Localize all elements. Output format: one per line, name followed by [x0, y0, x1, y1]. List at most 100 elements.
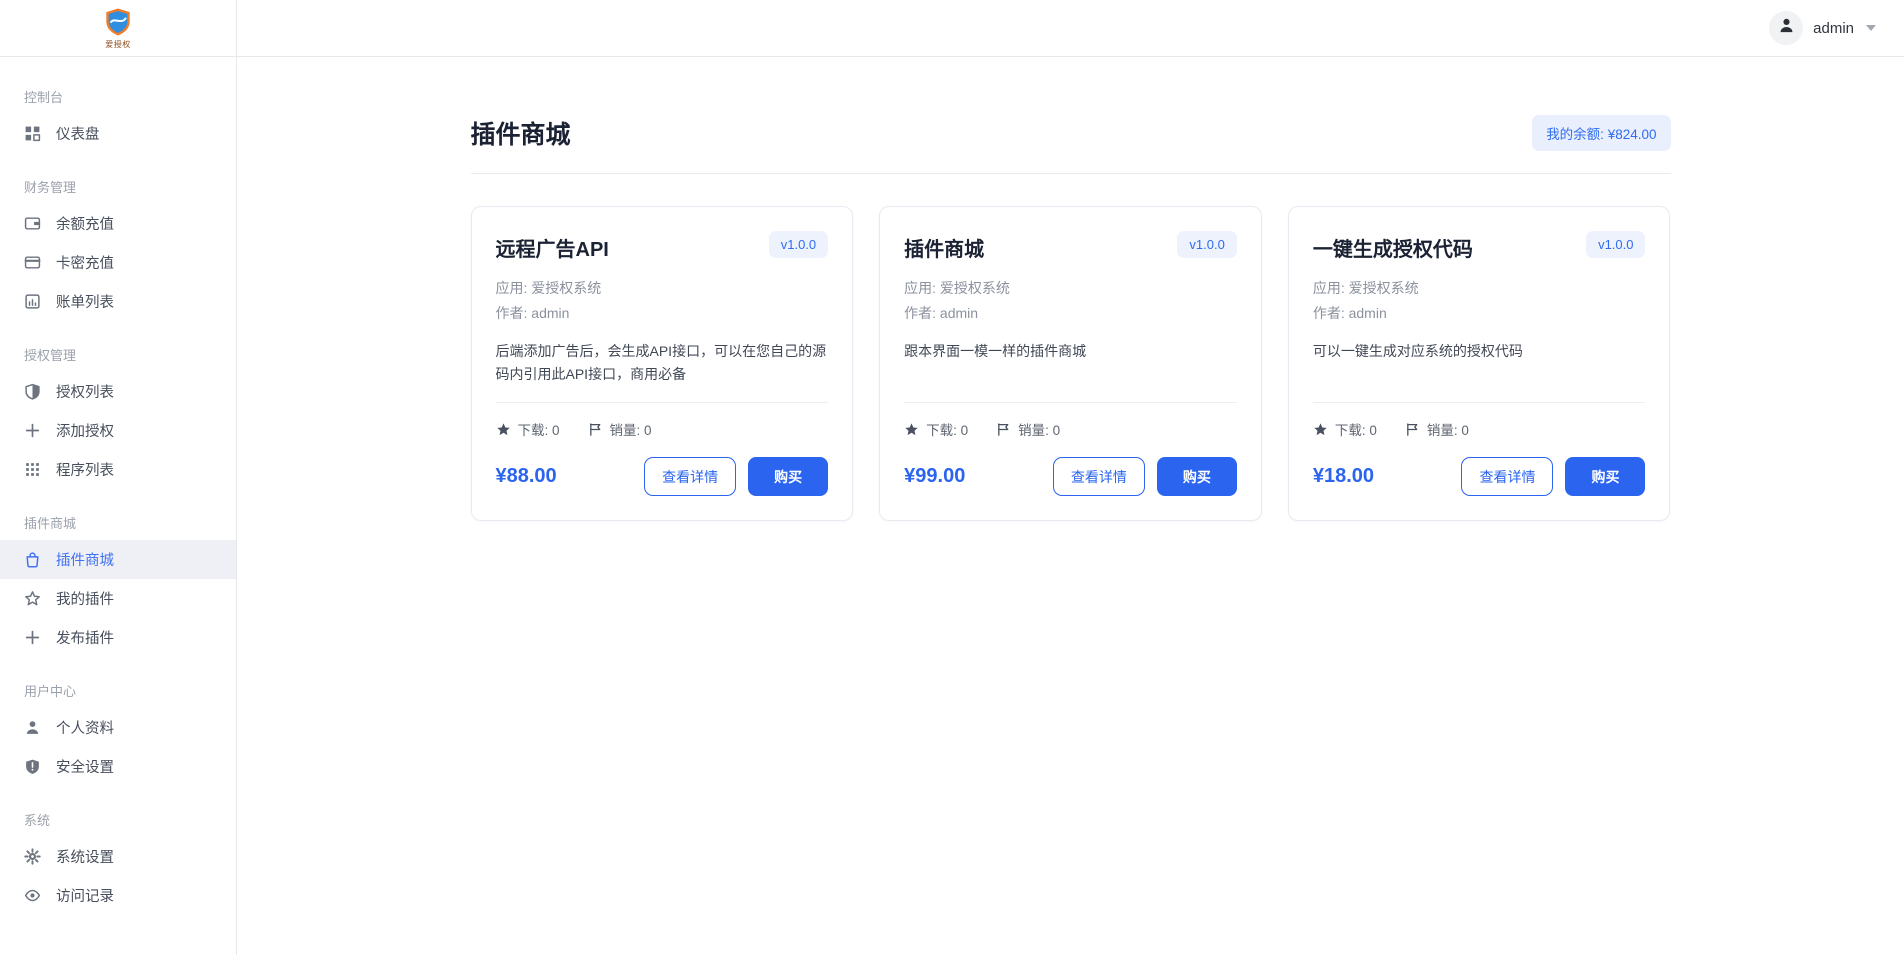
plugin-title: 远程广告API	[496, 231, 609, 262]
plugin-actions: 查看详情购买	[1053, 457, 1237, 496]
view-details-button[interactable]: 查看详情	[1053, 457, 1145, 496]
plugin-stats: 下载: 0 销量: 0	[1313, 419, 1646, 439]
sidebar-item-label: 我的插件	[56, 588, 114, 609]
card-divider	[496, 402, 829, 403]
buy-button[interactable]: 购买	[1157, 457, 1237, 496]
sales-label: 销量: 0	[610, 419, 652, 439]
dashboard-icon	[24, 125, 41, 142]
plugin-description: 可以一键生成对应系统的授权代码	[1313, 340, 1646, 386]
sidebar-group-label: 控制台	[24, 87, 236, 106]
brand-logo[interactable]: 爱授权	[104, 8, 132, 49]
sidebar-item-system-settings[interactable]: 系统设置	[0, 837, 236, 876]
sidebar-item-label: 添加授权	[56, 420, 114, 441]
plugin-card-head: 插件商城v1.0.0	[904, 231, 1237, 262]
sidebar-item-label: 余额充值	[56, 213, 114, 234]
credit-card-icon	[24, 254, 41, 271]
sidebar-item-label: 程序列表	[56, 459, 114, 480]
user-name: admin	[1813, 20, 1854, 37]
plugin-card-footer: ¥99.00查看详情购买	[904, 457, 1237, 496]
sidebar-group-label: 授权管理	[24, 345, 236, 364]
avatar[interactable]	[1769, 11, 1803, 45]
flag-icon	[996, 422, 1011, 437]
sales-stat: 销量: 0	[1405, 419, 1469, 439]
sidebar-group-license: 授权管理授权列表添加授权程序列表	[0, 345, 236, 489]
brand-name: 爱授权	[105, 41, 131, 49]
page-body: 控制台仪表盘财务管理余额充值卡密充值账单列表授权管理授权列表添加授权程序列表插件…	[0, 57, 1904, 955]
plugin-card-head: 远程广告APIv1.0.0	[496, 231, 829, 262]
sidebar-item-label: 卡密充值	[56, 252, 114, 273]
sidebar-group-finance: 财务管理余额充值卡密充值账单列表	[0, 177, 236, 321]
shield-exclamation-icon	[24, 758, 41, 775]
plugin-app-line: 应用: 爱授权系统	[496, 276, 829, 301]
user-icon	[1778, 17, 1795, 39]
downloads-stat: 下载: 0	[1313, 419, 1377, 439]
sales-label: 销量: 0	[1018, 419, 1060, 439]
plugin-stats: 下载: 0销量: 0	[904, 419, 1237, 439]
sidebar-item-add-license[interactable]: 添加授权	[0, 411, 236, 450]
main-area: 插件商城 我的余额: ¥824.00 远程广告APIv1.0.0应用: 爱授权系…	[237, 57, 1904, 955]
sidebar-item-publish-plugin[interactable]: 发布插件	[0, 618, 236, 657]
sidebar-group-label: 财务管理	[24, 177, 236, 196]
star-outline-icon	[24, 590, 41, 607]
sidebar-item-my-plugins[interactable]: 我的插件	[0, 579, 236, 618]
view-details-button[interactable]: 查看详情	[1461, 457, 1553, 496]
plugin-description: 跟本界面一模一样的插件商城	[904, 340, 1237, 386]
user-icon	[24, 719, 41, 736]
sidebar-item-label: 仪表盘	[56, 123, 100, 144]
user-menu[interactable]: admin	[1769, 0, 1904, 56]
sidebar-item-access-log[interactable]: 访问记录	[0, 876, 236, 915]
plugin-meta: 应用: 爱授权系统作者: admin	[496, 276, 829, 326]
sidebar-item-label: 账单列表	[56, 291, 114, 312]
version-badge: v1.0.0	[1586, 231, 1645, 258]
plugin-meta: 应用: 爱授权系统作者: admin	[1313, 276, 1646, 326]
buy-button[interactable]: 购买	[748, 457, 828, 496]
sidebar-group-system: 系统系统设置访问记录	[0, 810, 236, 915]
sidebar-item-balance-recharge[interactable]: 余额充值	[0, 204, 236, 243]
plugin-meta: 应用: 爱授权系统作者: admin	[904, 276, 1237, 326]
balance-badge: 我的余额: ¥824.00	[1532, 115, 1670, 151]
content-container: 插件商城 我的余额: ¥824.00 远程广告APIv1.0.0应用: 爱授权系…	[471, 57, 1671, 521]
plugin-author-line: 作者: admin	[496, 301, 829, 326]
plugin-author-line: 作者: admin	[1313, 301, 1646, 326]
star-filled-icon	[1313, 422, 1328, 437]
sidebar-item-card-recharge[interactable]: 卡密充值	[0, 243, 236, 282]
sidebar-item-license-list[interactable]: 授权列表	[0, 372, 236, 411]
plugin-card-head: 一键生成授权代码v1.0.0	[1313, 231, 1646, 262]
shopping-bag-icon	[24, 551, 41, 568]
sidebar-item-bill-list[interactable]: 账单列表	[0, 282, 236, 321]
plugin-stats: 下载: 0 销量: 0	[496, 419, 829, 439]
plugin-price: ¥18.00	[1313, 465, 1374, 488]
sidebar-item-security-settings[interactable]: 安全设置	[0, 747, 236, 786]
plugin-title: 插件商城	[904, 231, 984, 262]
sidebar-item-plugin-market[interactable]: 插件商城	[0, 540, 236, 579]
buy-button[interactable]: 购买	[1565, 457, 1645, 496]
plugin-actions: 查看详情购买	[644, 457, 828, 496]
card-divider	[904, 402, 1237, 403]
plugin-card: 插件商城v1.0.0 应用: 爱授权系统作者: admin 跟本界面一模一样的插件商…	[879, 206, 1262, 521]
plus-icon	[24, 422, 41, 439]
sidebar-item-label: 访问记录	[56, 885, 114, 906]
sidebar-item-label: 发布插件	[56, 627, 114, 648]
page-title: 插件商城	[471, 115, 571, 151]
eye-icon	[24, 887, 41, 904]
top-header: 爱授权 admin	[0, 0, 1904, 57]
bill-chart-icon	[24, 293, 41, 310]
plus-icon	[24, 629, 41, 646]
title-divider	[471, 173, 1671, 174]
sidebar-group-label: 插件商城	[24, 513, 236, 532]
sidebar-group-console: 控制台仪表盘	[0, 87, 236, 153]
sidebar-item-label: 系统设置	[56, 846, 114, 867]
logo-area: 爱授权	[0, 0, 237, 56]
sidebar-item-label: 授权列表	[56, 381, 114, 402]
sidebar: 控制台仪表盘财务管理余额充值卡密充值账单列表授权管理授权列表添加授权程序列表插件…	[0, 57, 237, 955]
downloads-stat: 下载: 0	[496, 419, 560, 439]
shield-logo-icon	[104, 8, 132, 40]
sidebar-item-program-list[interactable]: 程序列表	[0, 450, 236, 489]
star-filled-icon	[904, 422, 919, 437]
flag-icon	[1405, 422, 1420, 437]
card-divider	[1313, 402, 1646, 403]
shield-icon	[24, 383, 41, 400]
sidebar-item-dashboard[interactable]: 仪表盘	[0, 114, 236, 153]
view-details-button[interactable]: 查看详情	[644, 457, 736, 496]
sidebar-item-profile[interactable]: 个人资料	[0, 708, 236, 747]
